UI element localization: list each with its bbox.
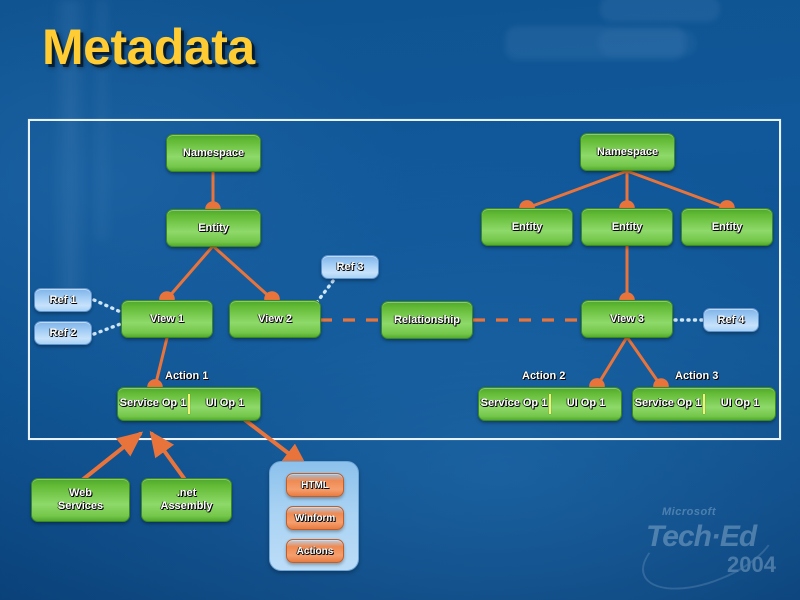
node-entity-left[interactable]: Entity [166, 209, 261, 247]
node-ref-2[interactable]: Ref 2 [34, 321, 92, 345]
node-ref-3[interactable]: Ref 3 [321, 255, 379, 279]
teched-logo: Microsoft Tech·Ed 2004 [630, 491, 788, 600]
node-label: Ref 3 [336, 261, 364, 273]
node-ref-4[interactable]: Ref 4 [703, 308, 759, 332]
node-action-2[interactable]: Service Op 1 UI Op 1 [478, 387, 622, 421]
node-entity-right-2[interactable]: Entity [581, 208, 673, 246]
node-namespace-left[interactable]: Namespace [166, 134, 261, 172]
node-label: Actions [296, 545, 334, 557]
node-label: View 1 [149, 313, 185, 325]
node-action-1[interactable]: Service Op 1 UI Op 1 [117, 387, 261, 421]
node-label: View 3 [609, 313, 645, 325]
node-label: Entity [511, 221, 543, 233]
node-label: Ref 1 [49, 294, 77, 306]
node-web-services[interactable]: Web Services [31, 478, 130, 522]
node-winform[interactable]: Winform [286, 506, 344, 530]
node-label: Namespace [182, 147, 245, 159]
slide-canvas: Metadata Namespace Entity Ref 1 Ref 2 Re… [0, 0, 800, 600]
node-namespace-right[interactable]: Namespace [580, 133, 675, 171]
node-label: Namespace [596, 146, 659, 158]
action-cell-ui-op: UI Op 1 [720, 397, 760, 410]
node-entity-right-3[interactable]: Entity [681, 208, 773, 246]
action-cell-service-op: Service Op 1 [480, 397, 548, 410]
node-label: View 2 [257, 313, 293, 325]
node-relationship[interactable]: Relationship [381, 301, 473, 339]
teched-wordmark: Tech·Ed [646, 520, 757, 553]
node-label: Ref 4 [717, 314, 745, 326]
node-label: Entity [611, 221, 643, 233]
node-label-line-2: Assembly [160, 500, 213, 512]
node-actions[interactable]: Actions [286, 539, 344, 563]
teched-year: 2004 [727, 552, 776, 577]
ui-output-panel: HTML Winform Actions [269, 461, 359, 571]
node-ref-1[interactable]: Ref 1 [34, 288, 92, 312]
node-view-3[interactable]: View 3 [581, 300, 673, 338]
node-label-line-1: .net [176, 487, 197, 500]
action-cell-ui-op: UI Op 1 [205, 397, 245, 410]
node-label: Winform [294, 512, 336, 524]
node-view-2[interactable]: View 2 [229, 300, 321, 338]
node-entity-right-1[interactable]: Entity [481, 208, 573, 246]
node-label: Ref 2 [49, 327, 77, 339]
background-blob [598, 30, 696, 56]
page-title: Metadata [42, 19, 255, 75]
node-label-line-2: Services [57, 500, 104, 512]
background-blob [600, 0, 720, 22]
node-label: Entity [711, 221, 743, 233]
node-view-1[interactable]: View 1 [121, 300, 213, 338]
node-label: Relationship [393, 314, 460, 326]
node-html[interactable]: HTML [286, 473, 344, 497]
node-label-line-1: Web [68, 487, 93, 500]
node-action-3[interactable]: Service Op 1 UI Op 1 [632, 387, 776, 421]
action-cell-ui-op: UI Op 1 [566, 397, 606, 410]
action-cell-service-op: Service Op 1 [119, 397, 187, 410]
microsoft-wordmark: Microsoft [662, 506, 716, 518]
label-action-2: Action 2 [522, 370, 566, 382]
action-cell-service-op: Service Op 1 [634, 397, 702, 410]
node-label: HTML [301, 479, 329, 491]
label-action-3: Action 3 [675, 370, 719, 382]
label-action-1: Action 1 [165, 370, 209, 382]
node-net-assembly[interactable]: .net Assembly [141, 478, 232, 522]
node-label: Entity [198, 222, 229, 234]
